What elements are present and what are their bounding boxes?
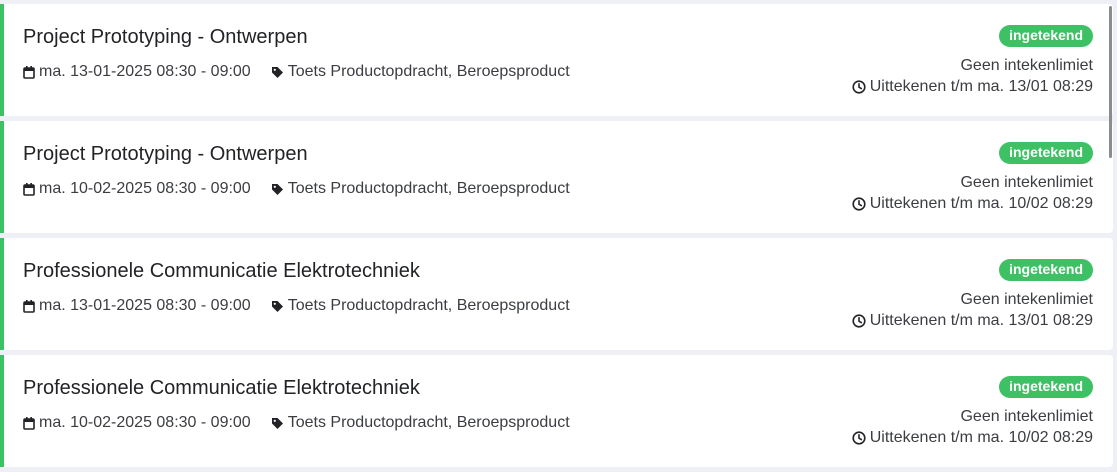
event-title: Professionele Communicatie Elektrotechni… [23,377,420,399]
unenroll-deadline: Uittekenen t/m ma. 13/01 08:29 [852,78,1093,96]
clock-icon [852,314,866,328]
event-tags: Toets Productopdracht, Beroepsproduct [287,297,570,314]
event-status-panel: ingetekend Geen intekenlimiet Uittekenen… [852,142,1093,213]
event-meta: ma. 10-02-2025 08:30 - 09:00 Toets Produ… [23,180,570,198]
tag-icon [271,300,284,313]
event-card[interactable]: Project Prototyping - Ontwerpen ma. 10-0… [0,121,1113,233]
scrollbar-thumb[interactable] [1109,6,1112,158]
event-meta: ma. 13-01-2025 08:30 - 09:00 Toets Produ… [23,297,570,315]
event-status-panel: ingetekend Geen intekenlimiet Uittekenen… [852,25,1093,96]
calendar-icon [23,299,35,313]
deadline-text: Uittekenen t/m ma. 13/01 08:29 [869,78,1093,95]
unenroll-deadline: Uittekenen t/m ma. 10/02 08:29 [852,429,1093,447]
event-status-panel: ingetekend Geen intekenlimiet Uittekenen… [852,376,1093,447]
event-status-panel: ingetekend Geen intekenlimiet Uittekenen… [852,259,1093,330]
event-title: Project Prototyping - Ontwerpen [23,143,308,165]
clock-icon [852,80,866,94]
event-list: Project Prototyping - Ontwerpen ma. 13-0… [0,4,1113,472]
unenroll-deadline: Uittekenen t/m ma. 10/02 08:29 [852,195,1093,213]
event-meta: ma. 13-01-2025 08:30 - 09:00 Toets Produ… [23,63,570,81]
deadline-text: Uittekenen t/m ma. 13/01 08:29 [869,312,1093,329]
event-datetime: ma. 10-02-2025 08:30 - 09:00 [39,180,251,197]
event-meta: ma. 10-02-2025 08:30 - 09:00 Toets Produ… [23,414,570,432]
calendar-icon [23,65,35,79]
deadline-text: Uittekenen t/m ma. 10/02 08:29 [869,195,1093,212]
status-badge: ingetekend [999,142,1093,164]
tag-icon [271,417,284,430]
deadline-text: Uittekenen t/m ma. 10/02 08:29 [869,429,1093,446]
event-datetime: ma. 13-01-2025 08:30 - 09:00 [39,63,251,80]
tag-icon [271,183,284,196]
event-card[interactable]: Professionele Communicatie Elektrotechni… [0,238,1113,350]
enrollment-limit: Geen intekenlimiet [960,174,1093,191]
calendar-icon [23,182,35,196]
event-card[interactable]: Professionele Communicatie Elektrotechni… [0,355,1113,467]
enrollment-limit: Geen intekenlimiet [960,408,1093,425]
clock-icon [852,431,866,445]
event-datetime: ma. 10-02-2025 08:30 - 09:00 [39,414,251,431]
event-tags: Toets Productopdracht, Beroepsproduct [287,414,570,431]
event-tags: Toets Productopdracht, Beroepsproduct [287,180,570,197]
calendar-icon [23,416,35,430]
clock-icon [852,197,866,211]
event-card[interactable]: Project Prototyping - Ontwerpen ma. 13-0… [0,4,1113,116]
enrollment-limit: Geen intekenlimiet [960,291,1093,308]
tag-icon [271,66,284,79]
enrollment-limit: Geen intekenlimiet [960,57,1093,74]
unenroll-deadline: Uittekenen t/m ma. 13/01 08:29 [852,312,1093,330]
status-badge: ingetekend [999,259,1093,281]
status-badge: ingetekend [999,25,1093,47]
event-title: Project Prototyping - Ontwerpen [23,26,308,48]
event-title: Professionele Communicatie Elektrotechni… [23,260,420,282]
event-datetime: ma. 13-01-2025 08:30 - 09:00 [39,297,251,314]
event-tags: Toets Productopdracht, Beroepsproduct [287,63,570,80]
status-badge: ingetekend [999,376,1093,398]
